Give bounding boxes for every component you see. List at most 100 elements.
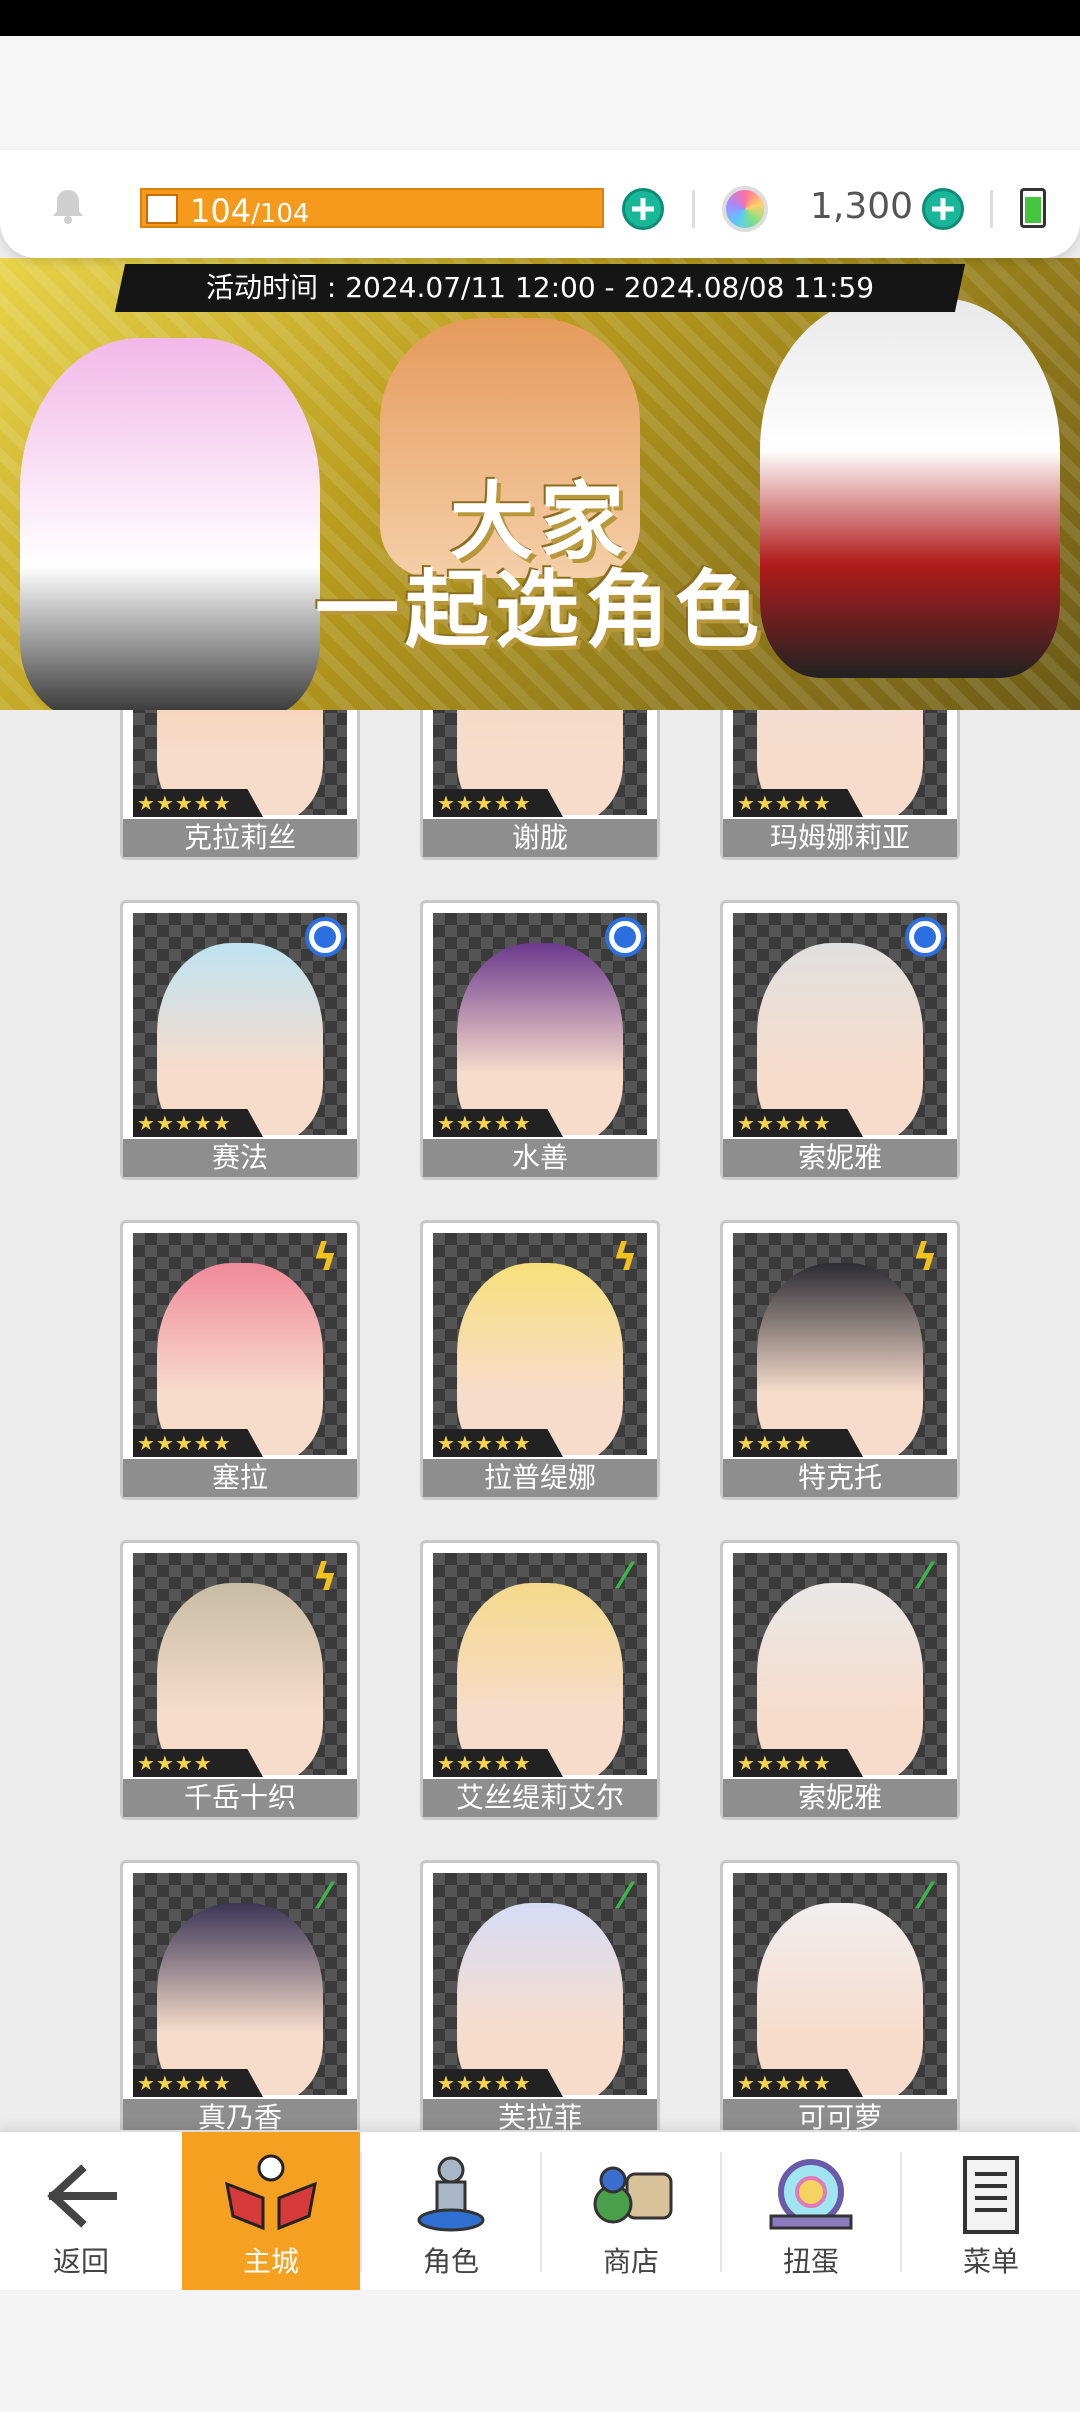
- character-name: 克拉莉丝: [123, 819, 357, 857]
- character-name: 玛姆娜莉亚: [723, 819, 957, 857]
- star-rating: ★★★★★: [733, 2069, 863, 2097]
- nav-main-city-label: 主城: [242, 2245, 299, 2278]
- character-face: [457, 1263, 623, 1455]
- character-card[interactable]: ★★★★★ ⁄ 艾丝缇莉艾尔: [420, 1540, 660, 1820]
- menu-list-icon: [963, 2156, 1019, 2234]
- star-rating: ★★★★★: [433, 789, 563, 817]
- star-rating: ★★★★: [133, 1749, 263, 1777]
- nav-characters-label: 角色: [422, 2245, 479, 2278]
- nav-gacha-label: 扭蛋: [782, 2245, 839, 2278]
- add-energy-button[interactable]: [622, 188, 664, 230]
- star-rating: ★★★★: [733, 1429, 863, 1457]
- character-face: [757, 1583, 923, 1775]
- star-rating: ★★★★★: [433, 1109, 563, 1137]
- character-statue-icon: [417, 2156, 485, 2232]
- star-rating: ★★★★★: [433, 1749, 563, 1777]
- character-name: 艾丝缇莉艾尔: [423, 1779, 657, 1817]
- character-name: 水善: [423, 1139, 657, 1177]
- gacha-orb-icon: [769, 2159, 853, 2230]
- character-face: [457, 943, 623, 1135]
- character-card[interactable]: ★★★★★ 索妮雅: [720, 900, 960, 1180]
- shop-bag-icon: [593, 2166, 673, 2224]
- water-element-icon: [905, 917, 945, 957]
- star-rating: ★★★★★: [733, 1109, 863, 1137]
- character-name: 索妮雅: [723, 1779, 957, 1817]
- castle-icon: [225, 2154, 317, 2231]
- nav-characters[interactable]: 角色: [362, 2132, 540, 2292]
- nav-shop-label: 商店: [602, 2245, 659, 2278]
- character-face: [157, 1263, 323, 1455]
- leaf-element-icon: ⁄: [321, 1876, 328, 1917]
- star-rating: ★★★★★: [733, 789, 863, 817]
- character-face: [457, 1583, 623, 1775]
- character-name: 拉普缇娜: [423, 1459, 657, 1497]
- leaf-element-icon: ⁄: [621, 1876, 628, 1917]
- lightning-icon: [146, 194, 178, 224]
- nav-menu[interactable]: 菜单: [902, 2132, 1080, 2292]
- rainbow-gem-icon: [722, 186, 768, 232]
- character-card[interactable]: ★★★★★ ⁄ 可可萝: [720, 1860, 960, 2140]
- bottom-nav: 返回 主城 角色 商店 扭蛋 菜单: [0, 2130, 1080, 2292]
- leaf-element-icon: ⁄: [921, 1556, 928, 1597]
- lightning-element-icon: ϟ: [312, 1235, 338, 1279]
- energy-bar: 104/104: [140, 188, 604, 230]
- nav-main-city[interactable]: 主城: [182, 2132, 360, 2292]
- add-gems-button[interactable]: [922, 188, 964, 230]
- character-card[interactable]: ★★★★★ ϟ 拉普缇娜: [420, 1220, 660, 1500]
- energy-max: /104: [251, 199, 310, 229]
- nav-gacha[interactable]: 扭蛋: [722, 2132, 900, 2292]
- back-arrow-icon: [47, 2164, 117, 2228]
- character-card[interactable]: ★★★★★ 水善: [420, 900, 660, 1180]
- water-element-icon: [605, 917, 645, 957]
- top-spacer: [0, 36, 1080, 166]
- character-face: [757, 1263, 923, 1455]
- star-rating: ★★★★★: [433, 2069, 563, 2097]
- nav-shop[interactable]: 商店: [542, 2132, 720, 2292]
- character-card[interactable]: ★★★★★ ⁄ 真乃香: [120, 1860, 360, 2140]
- banner-title: 大家 一起选角色: [0, 473, 1080, 660]
- lightning-element-icon: ϟ: [912, 1235, 938, 1279]
- water-element-icon: [305, 917, 345, 957]
- character-card[interactable]: ★★★★★ ⁄ 芙拉菲: [420, 1860, 660, 2140]
- star-rating: ★★★★★: [133, 2069, 263, 2097]
- character-face: [157, 943, 323, 1135]
- character-name: 谢胧: [423, 819, 657, 857]
- leaf-element-icon: ⁄: [921, 1876, 928, 1917]
- character-card[interactable]: ★★★★ ϟ 千岳十织: [120, 1540, 360, 1820]
- character-face: [457, 1903, 623, 2095]
- event-banner[interactable]: 活动时间 : 2024.07/11 12:00 - 2024.08/08 11:…: [0, 258, 1080, 710]
- resource-bar: 104/104 1,300: [0, 150, 1080, 258]
- lightning-element-icon: ϟ: [612, 1235, 638, 1279]
- character-face: [757, 943, 923, 1135]
- character-card[interactable]: ★★★★ ϟ 特克托: [720, 1220, 960, 1500]
- character-name: 塞拉: [123, 1459, 357, 1497]
- character-name: 赛法: [123, 1139, 357, 1177]
- energy-current: 104: [190, 192, 252, 230]
- back-button[interactable]: 返回: [0, 2132, 162, 2292]
- event-time-text: 活动时间 : 2024.07/11 12:00 - 2024.08/08 11:…: [205, 271, 875, 304]
- character-card[interactable]: ★★★★★ ⁄ 索妮雅: [720, 1540, 960, 1820]
- character-face: [157, 1583, 323, 1775]
- star-rating: ★★★★★: [433, 1429, 563, 1457]
- star-rating: ★★★★★: [133, 1429, 263, 1457]
- character-name: 千岳十织: [123, 1779, 357, 1817]
- character-name: 特克托: [723, 1459, 957, 1497]
- character-face: [757, 1903, 923, 2095]
- divider: [990, 190, 993, 228]
- nav-menu-label: 菜单: [962, 2245, 1019, 2278]
- character-card[interactable]: ★★★★★ 赛法: [120, 900, 360, 1180]
- energy-value: 104/104: [190, 192, 309, 230]
- character-card[interactable]: ★★★★★ ϟ 塞拉: [120, 1220, 360, 1500]
- status-bar: [0, 0, 1080, 36]
- star-rating: ★★★★★: [733, 1749, 863, 1777]
- banner-title-line2: 一起选角色: [314, 561, 765, 660]
- character-name: 索妮雅: [723, 1139, 957, 1177]
- star-rating: ★★★★★: [133, 1109, 263, 1137]
- bell-icon[interactable]: [48, 186, 88, 226]
- battery-icon: [1020, 188, 1046, 228]
- character-face: [157, 1903, 323, 2095]
- back-label: 返回: [52, 2245, 109, 2278]
- lightning-element-icon: ϟ: [312, 1555, 338, 1599]
- bottom-spacer: [0, 2290, 1080, 2412]
- banner-title-line1: 大家: [449, 473, 630, 571]
